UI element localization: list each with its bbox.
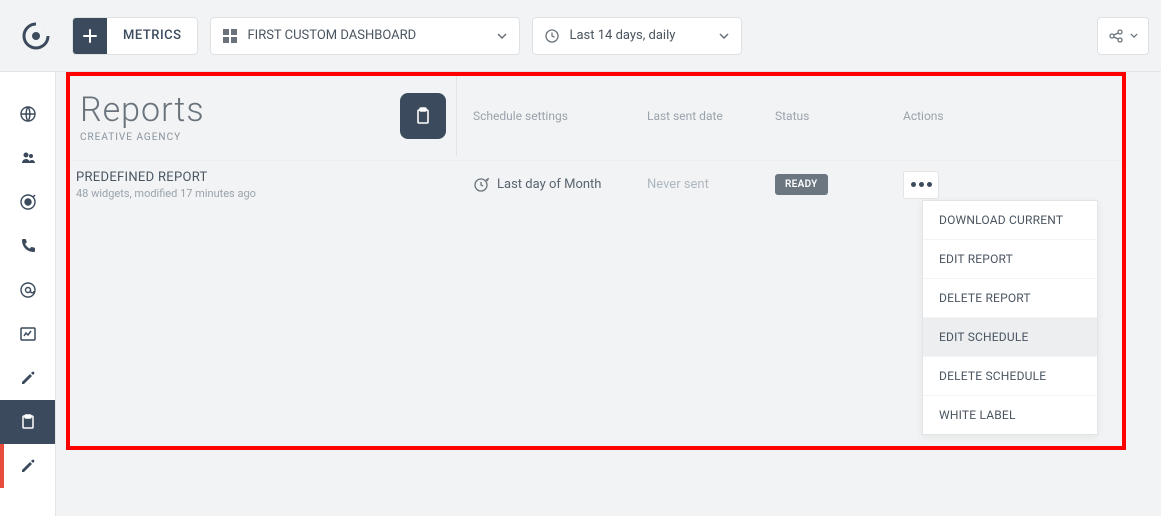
row-actions-button[interactable] <box>903 171 939 199</box>
add-metrics-button[interactable] <box>73 18 107 54</box>
chevron-down-icon <box>719 33 729 39</box>
chevron-down-icon <box>497 33 507 39</box>
app-logo <box>12 21 60 51</box>
action-download-current[interactable]: DOWNLOAD CURRENT <box>923 201 1097 240</box>
action-edit-report[interactable]: EDIT REPORT <box>923 240 1097 279</box>
dashboard-name: FIRST CUSTOM DASHBOARD <box>247 28 416 43</box>
date-range-label: Last 14 days, daily <box>569 28 675 43</box>
sidebar-globe[interactable] <box>0 92 55 136</box>
share-icon <box>1108 28 1124 44</box>
top-bar: METRICS FIRST CUSTOM DASHBOARD Last 14 d… <box>0 0 1161 72</box>
new-report-button[interactable] <box>400 93 446 139</box>
left-sidebar <box>0 72 56 516</box>
chevron-down-icon <box>1130 33 1138 38</box>
action-delete-report[interactable]: DELETE REPORT <box>923 279 1097 318</box>
page-title: Reports <box>80 90 205 130</box>
status-badge: READY <box>775 174 828 195</box>
share-button[interactable] <box>1097 17 1149 55</box>
col-lastsent: Last sent date <box>647 109 775 123</box>
last-sent-value: Never sent <box>647 177 775 192</box>
sidebar-target[interactable] <box>0 180 55 224</box>
page-header: Reports CREATIVE AGENCY <box>70 76 452 156</box>
sidebar-reports[interactable] <box>0 400 55 444</box>
metrics-label[interactable]: METRICS <box>107 28 197 43</box>
dashboard-selector[interactable]: FIRST CUSTOM DASHBOARD <box>210 17 520 55</box>
sidebar-pencil[interactable] <box>0 356 55 400</box>
date-range-selector[interactable]: Last 14 days, daily <box>532 17 742 55</box>
clock-icon <box>545 29 559 43</box>
sidebar-users[interactable] <box>0 136 55 180</box>
action-delete-schedule[interactable]: DELETE SCHEDULE <box>923 357 1097 396</box>
col-status: Status <box>775 109 903 123</box>
columns-header: Schedule settings Last sent date Status … <box>456 76 1121 156</box>
col-schedule: Schedule settings <box>473 109 647 123</box>
col-actions: Actions <box>903 109 1003 123</box>
sidebar-chart[interactable] <box>0 312 55 356</box>
sidebar-at[interactable] <box>0 268 55 312</box>
report-meta: 48 widgets, modified 17 minutes ago <box>76 187 456 200</box>
page-subtitle: CREATIVE AGENCY <box>80 132 205 143</box>
schedule-value: Last day of Month <box>497 177 601 192</box>
sidebar-phone[interactable] <box>0 224 55 268</box>
sidebar-annotations[interactable] <box>0 444 55 488</box>
action-white-label[interactable]: WHITE LABEL <box>923 396 1097 434</box>
metrics-button-group: METRICS <box>72 17 198 55</box>
row-actions-menu: DOWNLOAD CURRENT EDIT REPORT DELETE REPO… <box>922 200 1098 435</box>
schedule-icon <box>473 177 489 193</box>
action-edit-schedule[interactable]: EDIT SCHEDULE <box>923 318 1097 357</box>
report-name[interactable]: PREDEFINED REPORT <box>76 170 456 185</box>
dashboard-icon <box>223 29 237 43</box>
